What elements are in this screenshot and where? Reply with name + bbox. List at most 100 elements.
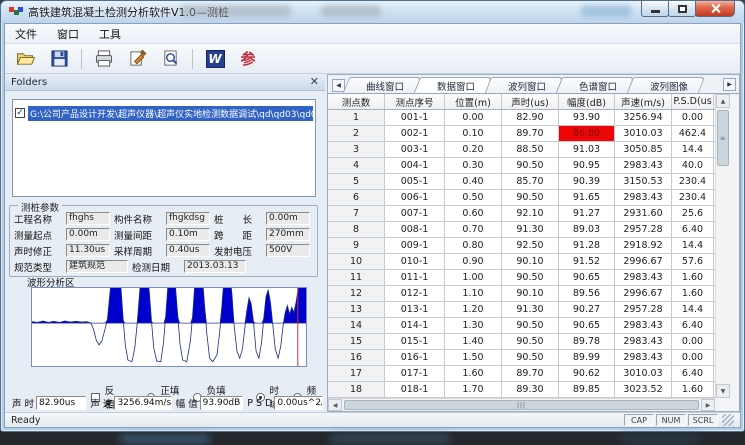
- menu-window[interactable]: 窗口: [57, 26, 79, 42]
- data-cell: 91.30: [502, 302, 559, 317]
- scroll-right-icon[interactable]: ▶: [701, 399, 715, 411]
- table-row[interactable]: 2002-10.1089.7086.803010.03462.4: [328, 126, 715, 142]
- scroll-up-icon[interactable]: ▲: [716, 94, 730, 108]
- panel-close-icon[interactable]: ✕: [310, 77, 319, 87]
- column-header: 测点数: [328, 94, 385, 109]
- parameters-button[interactable]: 参: [235, 47, 261, 71]
- table-row[interactable]: 15015-11.4090.5089.782983.430.00: [328, 334, 715, 350]
- vertical-scrollbar[interactable]: ▲ ≡ ▼: [715, 94, 730, 398]
- table-row[interactable]: 14014-11.3090.5090.652983.436.40: [328, 318, 715, 334]
- tab-wave-image[interactable]: 波列图像: [635, 77, 703, 93]
- table-row[interactable]: 7007-10.6092.1091.272931.6025.6: [328, 206, 715, 222]
- tab-spectrum-window[interactable]: 色谱窗口: [564, 77, 632, 93]
- table-row[interactable]: 17017-11.6089.7090.623010.036.40: [328, 366, 715, 382]
- vertical-scroll-thumb[interactable]: ≡: [717, 110, 729, 166]
- titlebar[interactable]: 高铁建筑混凝土检测分析软件V1.0—测桩: [1, 1, 744, 23]
- tab-scroll-right-button[interactable]: ▶: [723, 78, 736, 91]
- row-number-cell: 14: [328, 318, 385, 333]
- readout-label: P S D: [247, 398, 272, 409]
- param-value: 0.10m: [166, 228, 210, 241]
- data-cell: 86.80: [559, 126, 615, 141]
- data-cell: 230.4: [672, 190, 714, 205]
- param-row: 工程名称fhghs构件名称fhgkdsg桩 长0.00m: [14, 211, 315, 226]
- data-cell: 89.85: [559, 382, 615, 397]
- data-cell: 006-1: [385, 190, 445, 205]
- folder-list[interactable]: ✓ G:\公司产品设计开发\超声仪器\超声仪实地检测数据调试\qd\qd03\q…: [12, 99, 316, 197]
- table-row[interactable]: 6006-10.5090.5091.652983.43230.4: [328, 190, 715, 206]
- folder-list-item[interactable]: ✓ G:\公司产品设计开发\超声仪器\超声仪实地检测数据调试\qd\qd03\q…: [15, 106, 313, 120]
- word-export-button[interactable]: W: [202, 47, 228, 71]
- table-row[interactable]: 9009-10.8092.5091.282918.9214.4: [328, 238, 715, 254]
- readout-value: 93.90dB: [200, 396, 244, 410]
- row-number-cell: 13: [328, 302, 385, 317]
- row-number-cell: 6: [328, 190, 385, 205]
- table-row[interactable]: 8008-10.7091.3089.032957.286.40: [328, 222, 715, 238]
- app-window: 高铁建筑混凝土检测分析软件V1.0—测桩 文件 窗口 工具: [0, 0, 745, 432]
- data-cell: 0.10: [445, 126, 502, 141]
- data-table-area: 测点数测点序号位置(m)声时(us)幅度(dB)声速(m/s)P.S.D(us1…: [328, 94, 739, 411]
- toolbar-separator: [192, 49, 193, 69]
- data-cell: 90.62: [559, 366, 615, 381]
- table-row[interactable]: 16016-11.5090.5089.992983.430.00: [328, 350, 715, 366]
- redaction-blur: [321, 5, 381, 17]
- data-cell: 2957.28: [615, 222, 672, 237]
- menu-tools[interactable]: 工具: [99, 26, 121, 42]
- maximize-button[interactable]: [668, 1, 696, 17]
- data-cell: 1.10: [445, 286, 502, 301]
- data-table: 测点数测点序号位置(m)声时(us)幅度(dB)声速(m/s)P.S.D(us1…: [328, 94, 715, 398]
- tab-curve-window[interactable]: 曲线窗口: [351, 77, 419, 93]
- data-cell: 91.30: [502, 222, 559, 237]
- folder-checkbox[interactable]: ✓: [15, 108, 25, 118]
- menu-file[interactable]: 文件: [15, 26, 37, 42]
- table-row[interactable]: 11011-11.0090.5090.652983.431.60: [328, 270, 715, 286]
- process-button[interactable]: [124, 47, 150, 71]
- tab-wave-train-window[interactable]: 波列窗口: [493, 77, 561, 93]
- horizontal-scroll-thumb[interactable]: |||: [344, 400, 699, 410]
- table-row[interactable]: 3003-10.2088.5091.033050.8514.4: [328, 142, 715, 158]
- data-cell: 0.40: [445, 174, 502, 189]
- data-cell: 2983.43: [615, 334, 672, 349]
- data-cell: 1.70: [445, 382, 502, 397]
- scroll-left-icon[interactable]: ◀: [328, 399, 342, 411]
- readout-value: 0.00us^2/m: [274, 396, 323, 410]
- data-cell: 1.60: [672, 270, 714, 285]
- table-row[interactable]: 1001-10.0082.9093.903256.940.00: [328, 110, 715, 126]
- data-cell: 90.50: [502, 334, 559, 349]
- data-cell: 91.28: [559, 238, 615, 253]
- open-file-button[interactable]: [13, 47, 39, 71]
- minimize-button[interactable]: [641, 1, 669, 17]
- close-button[interactable]: [695, 1, 735, 17]
- data-cell: 57.6: [672, 254, 714, 269]
- data-cell: 0.00: [672, 334, 714, 349]
- toolbar: W 参: [5, 44, 740, 74]
- data-cell: 90.50: [502, 158, 559, 173]
- hammer-page-icon: [128, 50, 147, 67]
- word-icon: W: [206, 50, 225, 68]
- status-bar: Ready CAPNUMSCRL: [5, 412, 740, 427]
- row-number-cell: 2: [328, 126, 385, 141]
- table-row[interactable]: 13013-11.2091.3090.272957.2814.4: [328, 302, 715, 318]
- readout-value: 3256.94m/s: [114, 396, 171, 410]
- table-row[interactable]: 10010-10.9090.1091.522996.6757.6: [328, 254, 715, 270]
- table-row[interactable]: 12012-11.1090.1089.562996.671.60: [328, 286, 715, 302]
- print-preview-button[interactable]: [157, 47, 183, 71]
- table-row[interactable]: 4004-10.3090.5090.952983.4340.0: [328, 158, 715, 174]
- save-button[interactable]: [46, 47, 72, 71]
- data-cell: 93.90: [559, 110, 615, 125]
- param-label: 发射电压: [214, 244, 266, 258]
- print-button[interactable]: [91, 47, 117, 71]
- minimize-icon: [651, 10, 660, 13]
- waveform-plot[interactable]: [31, 287, 307, 367]
- readout-label: 声 速: [90, 396, 112, 410]
- data-cell: 89.70: [502, 126, 559, 141]
- row-number-cell: 8: [328, 222, 385, 237]
- row-number-cell: 18: [328, 382, 385, 397]
- tab-data-window[interactable]: 数据窗口: [422, 77, 490, 93]
- resize-grip[interactable]: [722, 414, 734, 426]
- data-cell: 005-1: [385, 174, 445, 189]
- table-row[interactable]: 5005-10.4085.7090.393150.53230.4: [328, 174, 715, 190]
- taskbar-blur: [620, 434, 700, 444]
- scroll-down-icon[interactable]: ▼: [716, 384, 730, 398]
- table-row[interactable]: 18018-11.7089.3089.853023.521.60: [328, 382, 715, 398]
- horizontal-scrollbar[interactable]: ◀ ||| ▶: [328, 398, 715, 411]
